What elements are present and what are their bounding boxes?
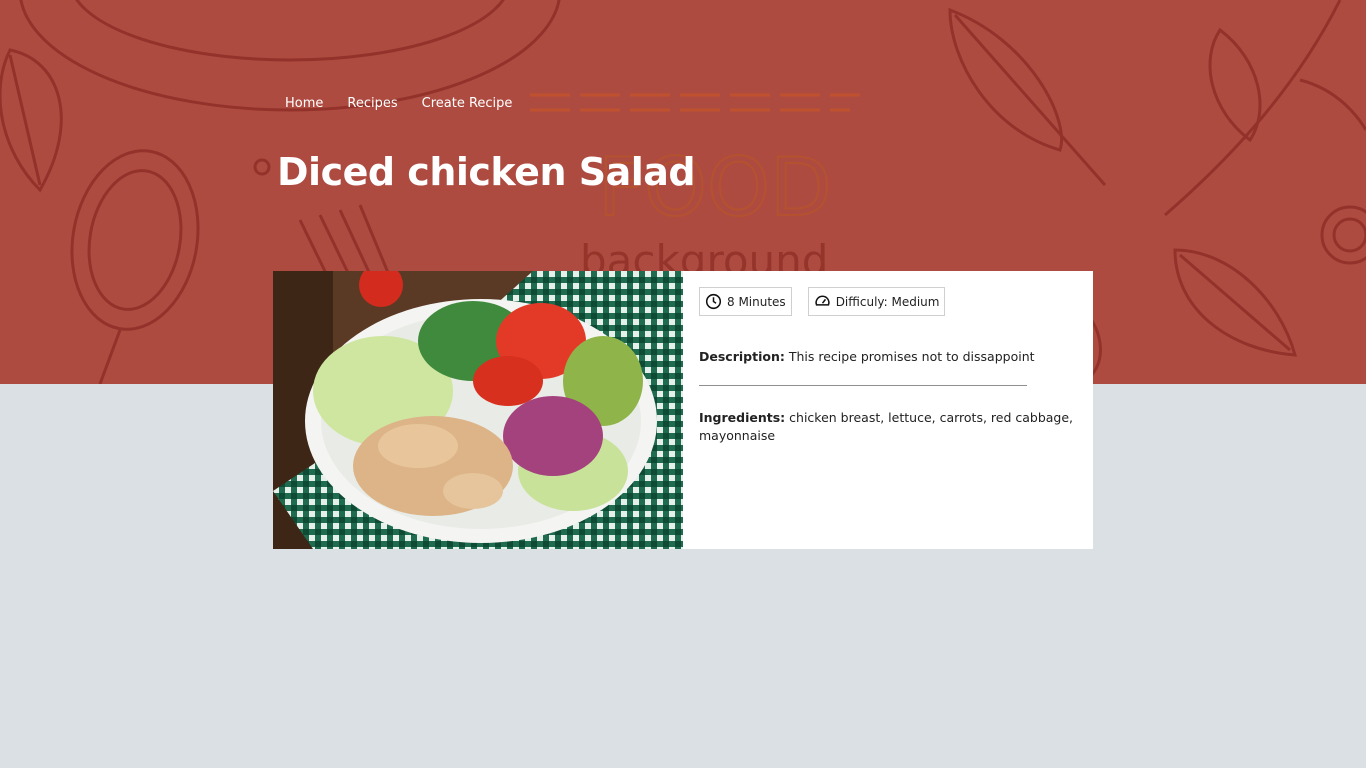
difficulty-chip: Difficuly: Medium bbox=[807, 287, 946, 316]
main-nav: Home Recipes Create Recipe bbox=[285, 96, 512, 111]
recipe-image bbox=[273, 271, 683, 549]
ingredients: Ingredients: chicken breast, lettuce, ca… bbox=[699, 409, 1079, 445]
nav-home-link[interactable]: Home bbox=[285, 96, 323, 111]
description-text: This recipe promises not to dissappoint bbox=[788, 349, 1035, 364]
gauge-icon bbox=[815, 295, 830, 306]
description: Description: This recipe promises not to… bbox=[699, 349, 1077, 364]
ingredients-label: Ingredients: bbox=[699, 410, 786, 425]
recipe-details: 8 Minutes Difficuly: Medium Description:… bbox=[683, 271, 1093, 549]
recipe-title: Diced chicken Salad bbox=[277, 150, 696, 194]
nav-recipes-link[interactable]: Recipes bbox=[347, 96, 397, 111]
time-value: 8 Minutes bbox=[727, 294, 786, 309]
divider bbox=[699, 385, 1027, 386]
recipe-meta: 8 Minutes Difficuly: Medium bbox=[699, 287, 1077, 316]
clock-icon bbox=[705, 293, 722, 310]
nav-create-recipe-link[interactable]: Create Recipe bbox=[422, 96, 513, 111]
time-chip: 8 Minutes bbox=[699, 287, 792, 316]
recipe-card: 8 Minutes Difficuly: Medium Description:… bbox=[273, 271, 1093, 549]
description-label: Description: bbox=[699, 349, 785, 364]
difficulty-value: Difficuly: Medium bbox=[835, 294, 940, 309]
